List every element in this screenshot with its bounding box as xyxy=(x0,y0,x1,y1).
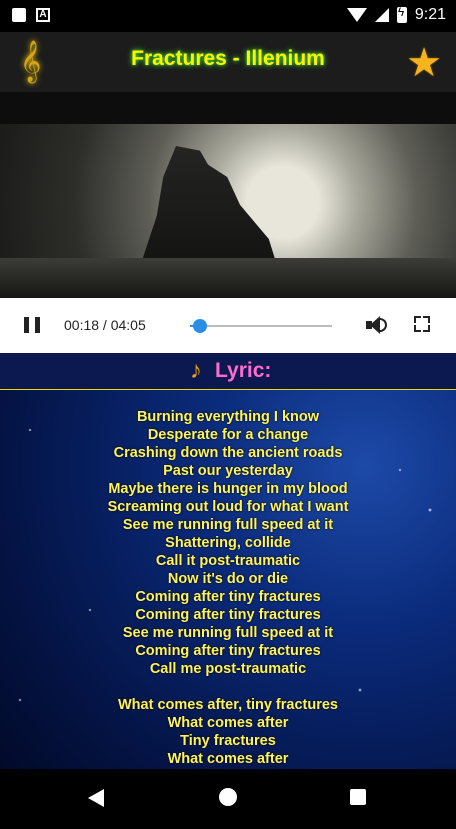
song-title: Fractures - Illenium xyxy=(131,47,325,70)
lyric-header: ♪ Lyric: xyxy=(0,353,456,390)
lyric-line: What comes after xyxy=(167,715,289,731)
lyric-line: Maybe there is hunger in my blood xyxy=(108,481,348,497)
lyric-line: Tiny fractures xyxy=(180,733,276,749)
video-frame-sea xyxy=(0,258,456,298)
player-controls: 00:18 / 04:05 xyxy=(0,298,456,353)
seek-bar-thumb[interactable] xyxy=(192,319,207,333)
battery-icon xyxy=(396,5,407,23)
video-letterbox xyxy=(0,92,456,124)
home-icon[interactable] xyxy=(219,788,237,806)
lyric-line: What comes after, tiny fractures xyxy=(118,697,338,713)
lyric-line: Coming after tiny fractures xyxy=(135,589,321,605)
lyric-line: Burning everything I know xyxy=(136,409,320,425)
signal-icon xyxy=(374,8,389,22)
sd-card-icon xyxy=(12,8,26,22)
lyrics-list: Burning everything I know Desperate for a… xyxy=(0,390,456,768)
video-player[interactable] xyxy=(0,124,456,298)
lyric-line: See me running full speed at it xyxy=(122,625,334,641)
pause-icon[interactable] xyxy=(24,317,40,333)
lyric-line: Call it post-traumatic xyxy=(155,553,301,569)
lyric-line: See me running full speed at it xyxy=(122,517,334,533)
lyric-line: Coming after tiny fractures xyxy=(135,643,321,659)
status-bar: A 9:21 xyxy=(0,0,456,32)
lyric-line: What comes after xyxy=(167,751,289,767)
lyric-spacer xyxy=(0,678,456,696)
status-time: 9:21 xyxy=(414,6,446,23)
lyric-line: Call me post-traumatic xyxy=(149,661,307,677)
lyric-line: Coming after tiny fractures xyxy=(135,607,321,623)
music-note-icon: ♪ xyxy=(190,357,202,384)
wifi-icon xyxy=(346,8,367,22)
volume-icon[interactable] xyxy=(366,315,388,335)
lyrics-panel[interactable]: Burning everything I know Desperate for a… xyxy=(0,390,456,769)
lyric-line: Shattering, collide xyxy=(165,535,291,551)
time-display: 00:18 / 04:05 xyxy=(64,317,146,333)
favorite-star-icon[interactable]: ★ xyxy=(406,40,442,86)
lyric-line: Screaming out loud for what I want xyxy=(107,499,349,515)
lyric-line: Crashing down the ancient roads xyxy=(113,445,343,461)
fullscreen-icon[interactable] xyxy=(414,316,430,332)
seek-bar[interactable] xyxy=(190,319,332,333)
app-bar: 𝄞 Fractures - Illenium ★ xyxy=(0,32,456,92)
lyric-line: Desperate for a change xyxy=(147,427,309,443)
recent-apps-icon[interactable] xyxy=(350,789,366,805)
lyric-line: Now it's do or die xyxy=(167,571,289,587)
navigation-bar xyxy=(0,769,456,829)
lyric-label: Lyric: xyxy=(215,359,272,382)
lyric-line: Past our yesterday xyxy=(163,463,293,479)
back-icon[interactable] xyxy=(88,789,104,807)
a-notification-icon: A xyxy=(36,8,50,22)
